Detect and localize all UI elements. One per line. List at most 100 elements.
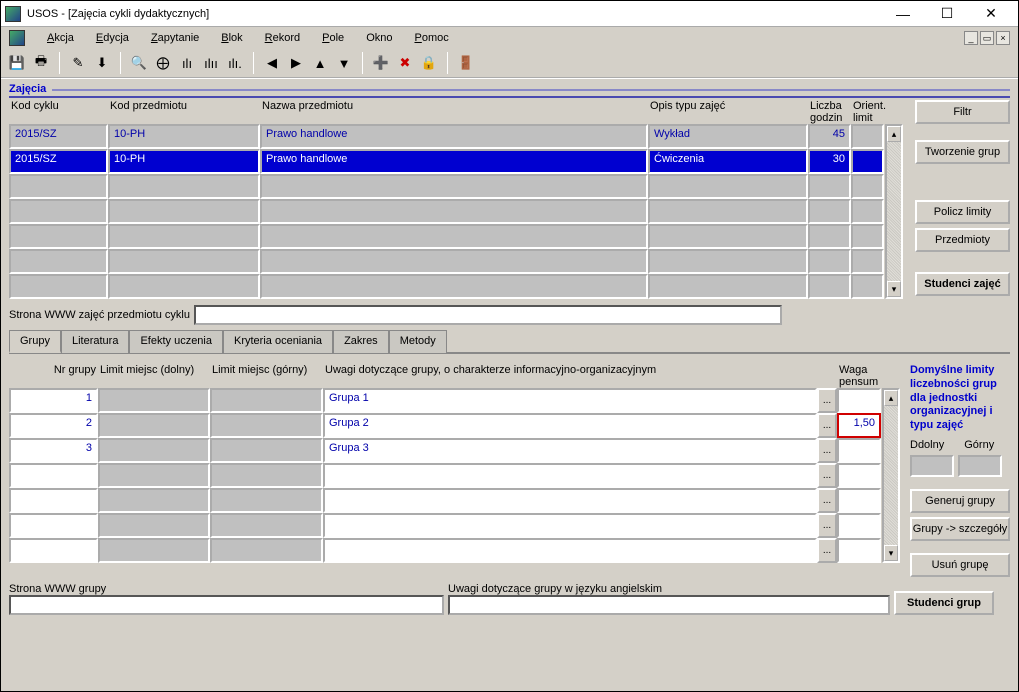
exit-icon[interactable]: 🚪 xyxy=(456,53,476,73)
details-button[interactable]: ... xyxy=(817,538,837,563)
table-row[interactable] xyxy=(9,274,884,299)
subjects-button[interactable]: Przedmioty xyxy=(915,228,1010,252)
menu-zapytanie[interactable]: Zapytanie xyxy=(151,32,199,44)
table-row[interactable]: ... xyxy=(9,463,881,488)
mdi-restore-button[interactable]: ▭ xyxy=(980,31,994,45)
print-icon[interactable]: 🖶 xyxy=(31,53,51,73)
menu-okno[interactable]: Okno xyxy=(366,32,392,44)
minimize-button[interactable]: — xyxy=(888,5,918,23)
scroll-down-icon[interactable]: ▾ xyxy=(884,545,898,561)
grid1-scrollbar[interactable]: ▴ ▾ xyxy=(885,124,903,299)
window-title: USOS - [Zajęcia cykli dydaktycznych] xyxy=(27,8,209,20)
students-of-groups-button[interactable]: Studenci grup xyxy=(894,591,994,615)
toolbar: 💾 🖶 ✎ ⬇ 🔍 ⨁ ılı ılıı ılı. ◀ ▶ ▲ ▼ ➕ ✖ 🔒 … xyxy=(1,49,1018,79)
nav-next-icon[interactable]: ▶ xyxy=(286,53,306,73)
create-groups-button[interactable]: Tworzenie grup xyxy=(915,140,1010,164)
details-button[interactable]: ... xyxy=(817,413,837,438)
delete-group-button[interactable]: Usuń grupę xyxy=(910,553,1010,577)
table-row[interactable] xyxy=(9,199,884,224)
table-row[interactable] xyxy=(9,249,884,274)
search-enter-icon[interactable]: 🔍 xyxy=(129,53,149,73)
tab-metody[interactable]: Metody xyxy=(389,330,447,353)
search-exec-icon[interactable]: ⨁ xyxy=(153,53,173,73)
menu-pole[interactable]: Pole xyxy=(322,32,344,44)
col-limit-dolny: Limit miejsc (dolny) xyxy=(98,364,210,388)
menu-pomoc[interactable]: Pomoc xyxy=(414,32,448,44)
details-button[interactable]: ... xyxy=(817,438,837,463)
table-row[interactable]: 2Grupa 2...1,50 xyxy=(9,413,881,438)
details-button[interactable]: ... xyxy=(817,463,837,488)
notes-en-label: Uwagi dotyczące grupy w języku angielski… xyxy=(448,583,890,595)
table-row[interactable]: ... xyxy=(9,488,881,513)
menu-rekord[interactable]: Rekord xyxy=(265,32,300,44)
calc-limits-button[interactable]: Policz limity xyxy=(915,200,1010,224)
default-limits-help: Domyślne limity liczebności grup dla jed… xyxy=(910,364,1010,433)
table-row[interactable]: 3Grupa 3... xyxy=(9,438,881,463)
menu-akcja[interactable]: Akcja xyxy=(47,32,74,44)
maximize-button[interactable]: ☐ xyxy=(932,5,962,23)
scroll-up-icon[interactable]: ▴ xyxy=(884,390,898,406)
tab-strip: GrupyLiteraturaEfekty uczeniaKryteria oc… xyxy=(9,329,1010,354)
col-nazwa-przedmiotu: Nazwa przedmiotu xyxy=(260,100,648,124)
col-orient-limit: Orient. limit xyxy=(851,100,884,124)
title-bar: USOS - [Zajęcia cykli dydaktycznych] — ☐… xyxy=(1,1,1018,27)
table-row[interactable] xyxy=(9,224,884,249)
upper-limit-field[interactable] xyxy=(958,455,1002,477)
details-button[interactable]: ... xyxy=(817,388,837,413)
details-button[interactable]: ... xyxy=(817,513,837,538)
col-nr-grupy: Nr grupy xyxy=(9,364,98,388)
table-row[interactable]: 1Grupa 1... xyxy=(9,388,881,413)
nav-prev-icon[interactable]: ◀ xyxy=(262,53,282,73)
table-row[interactable]: ... xyxy=(9,538,881,563)
record-delete-icon[interactable]: ✖ xyxy=(395,53,415,73)
tab-literatura[interactable]: Literatura xyxy=(61,330,129,353)
notes-en-input[interactable] xyxy=(448,595,890,615)
table-row[interactable] xyxy=(9,174,884,199)
menu-edycja[interactable]: Edycja xyxy=(96,32,129,44)
upper-limit-label: Górny xyxy=(964,439,994,451)
www-course-label: Strona WWW zajęć przedmiotu cyklu xyxy=(9,309,190,321)
www-group-input[interactable] xyxy=(9,595,444,615)
col-opis-typu: Opis typu zajęć xyxy=(648,100,808,124)
table-row[interactable]: ... xyxy=(9,513,881,538)
www-course-input[interactable] xyxy=(194,305,782,325)
tab-zakres[interactable]: Zakres xyxy=(333,330,389,353)
bars3-icon[interactable]: ılı. xyxy=(225,53,245,73)
grid1-body: 2015/SZ10-PHPrawo handloweWykład452015/S… xyxy=(9,124,884,299)
app-icon xyxy=(5,6,21,22)
students-of-class-button[interactable]: Studenci zajęć xyxy=(915,272,1010,296)
bars2-icon[interactable]: ılıı xyxy=(201,53,221,73)
groups-details-button[interactable]: Grupy -> szczegóły xyxy=(910,517,1010,541)
scroll-down-icon[interactable]: ▾ xyxy=(887,281,901,297)
edit-icon[interactable]: ✎ xyxy=(68,53,88,73)
col-waga-pensum: Waga pensum xyxy=(837,364,881,388)
generate-groups-button[interactable]: Generuj grupy xyxy=(910,489,1010,513)
tab-grupy[interactable]: Grupy xyxy=(9,330,61,353)
grid1-header: Kod cyklu Kod przedmiotu Nazwa przedmiot… xyxy=(9,100,903,124)
nav-up-icon[interactable]: ▲ xyxy=(310,53,330,73)
save-icon[interactable]: 💾 xyxy=(7,53,27,73)
menu-bar: Akcja Edycja Zapytanie Blok Rekord Pole … xyxy=(1,27,1018,49)
lower-limit-label: Ddolny xyxy=(910,439,944,451)
col-liczba-godzin: Liczba godzin xyxy=(808,100,851,124)
table-row[interactable]: 2015/SZ10-PHPrawo handloweĆwiczenia30 xyxy=(9,149,884,174)
tab-efekty-uczenia[interactable]: Efekty uczenia xyxy=(129,330,223,353)
tab-kryteria-oceniania[interactable]: Kryteria oceniania xyxy=(223,330,333,353)
menu-blok[interactable]: Blok xyxy=(221,32,242,44)
mdi-close-button[interactable]: × xyxy=(996,31,1010,45)
record-lock-icon[interactable]: 🔒 xyxy=(419,53,439,73)
filter-button[interactable]: Filtr xyxy=(915,100,1010,124)
close-button[interactable]: ✕ xyxy=(976,5,1006,23)
lower-limit-field[interactable] xyxy=(910,455,954,477)
scroll-up-icon[interactable]: ▴ xyxy=(887,126,901,142)
mdi-minimize-button[interactable]: _ xyxy=(964,31,978,45)
col-uwagi: Uwagi dotyczące grupy, o charakterze inf… xyxy=(323,364,817,388)
bars1-icon[interactable]: ılı xyxy=(177,53,197,73)
grid2-scrollbar[interactable]: ▴ ▾ xyxy=(882,388,900,563)
download-icon[interactable]: ⬇ xyxy=(92,53,112,73)
record-add-icon[interactable]: ➕ xyxy=(371,53,391,73)
nav-down-icon[interactable]: ▼ xyxy=(334,53,354,73)
app-window: USOS - [Zajęcia cykli dydaktycznych] — ☐… xyxy=(0,0,1019,692)
table-row[interactable]: 2015/SZ10-PHPrawo handloweWykład45 xyxy=(9,124,884,149)
details-button[interactable]: ... xyxy=(817,488,837,513)
